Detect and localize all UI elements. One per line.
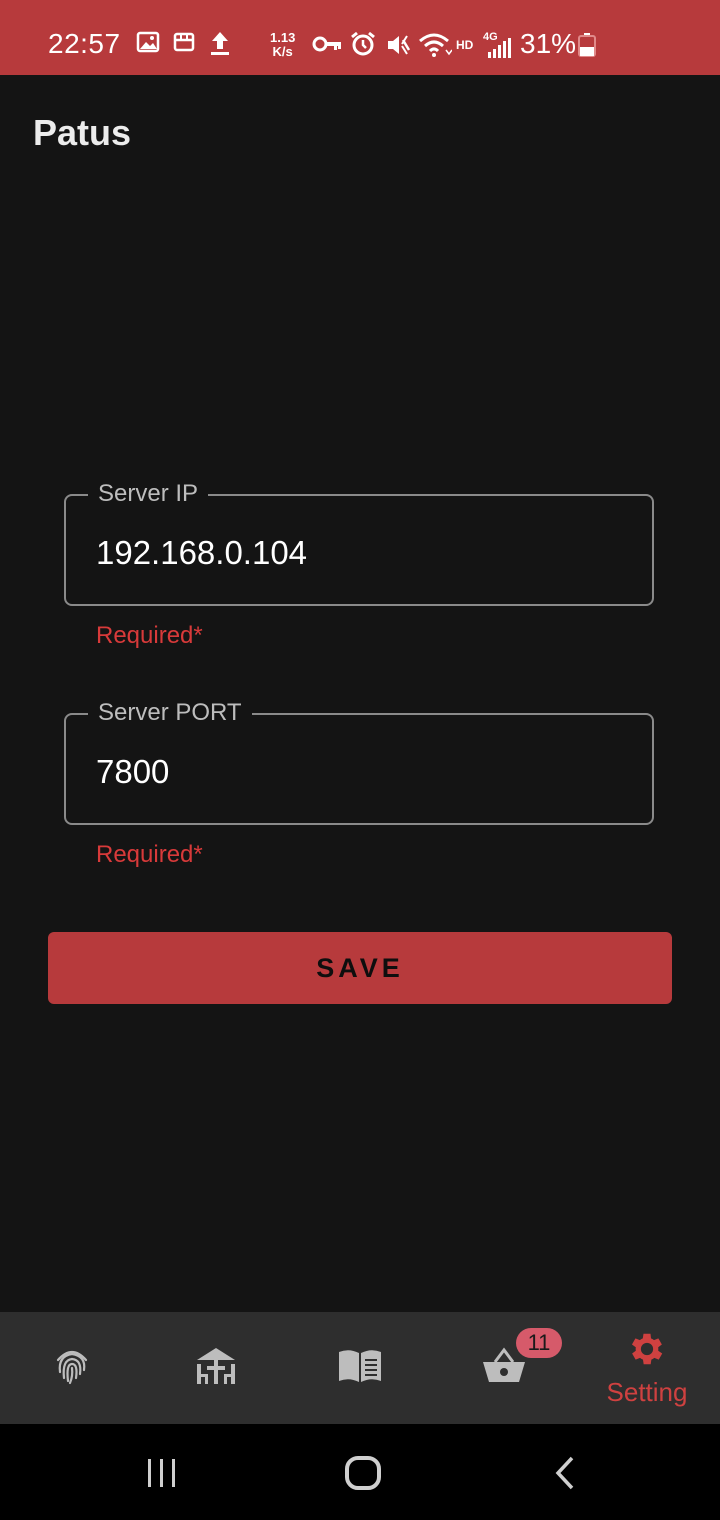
signal-icon [488,38,512,63]
image-icon [136,30,160,59]
wifi-icon [418,32,453,63]
server-ip-input[interactable]: 192.168.0.104 [96,534,307,572]
back-button[interactable] [552,1455,578,1496]
recent-apps-button[interactable] [146,1457,178,1494]
alarm-icon [350,31,376,62]
system-navigation-bar [0,1424,720,1520]
save-button[interactable]: SAVE [48,932,672,1004]
nav-item-menu[interactable] [320,1312,400,1424]
menu-book-icon [337,1348,383,1389]
key-icon [312,34,342,59]
nav-item-setting[interactable]: Setting [596,1312,698,1424]
app-title: Patus [33,112,132,153]
server-port-label: Server PORT [88,698,252,728]
nav-item-fingerprint[interactable] [32,1312,112,1424]
server-port-helper: Required* [96,841,203,868]
nav-item-tables[interactable] [176,1312,256,1424]
server-port-input[interactable]: 7800 [96,753,169,791]
cart-count-badge: 11 [516,1328,562,1358]
store-icon [172,30,196,59]
server-ip-helper: Required* [96,622,203,649]
server-port-field[interactable]: Server PORT 7800 [64,698,654,825]
status-time: 22:57 [48,28,121,59]
bottom-navigation: 11 Setting [0,1312,720,1424]
hd-indicator: HD [456,38,474,52]
home-button[interactable] [344,1455,382,1496]
table-dining-icon [195,1346,237,1391]
speed-unit: K/s [272,44,293,59]
status-bar: 22:57 1.13 K/s HD 4G 31% [0,0,720,75]
nav-label-setting: Setting [606,1377,688,1407]
fingerprint-icon [52,1346,92,1391]
network-speed: 1.13 K/s [270,31,295,59]
server-ip-field[interactable]: Server IP 192.168.0.104 [64,479,654,606]
battery-icon [578,33,596,62]
server-ip-label: Server IP [88,479,209,509]
battery-percent: 31% [520,28,577,59]
speed-value: 1.13 [270,30,296,45]
mute-icon [385,32,411,63]
upload-icon [208,30,232,61]
gear-icon [626,1328,668,1375]
